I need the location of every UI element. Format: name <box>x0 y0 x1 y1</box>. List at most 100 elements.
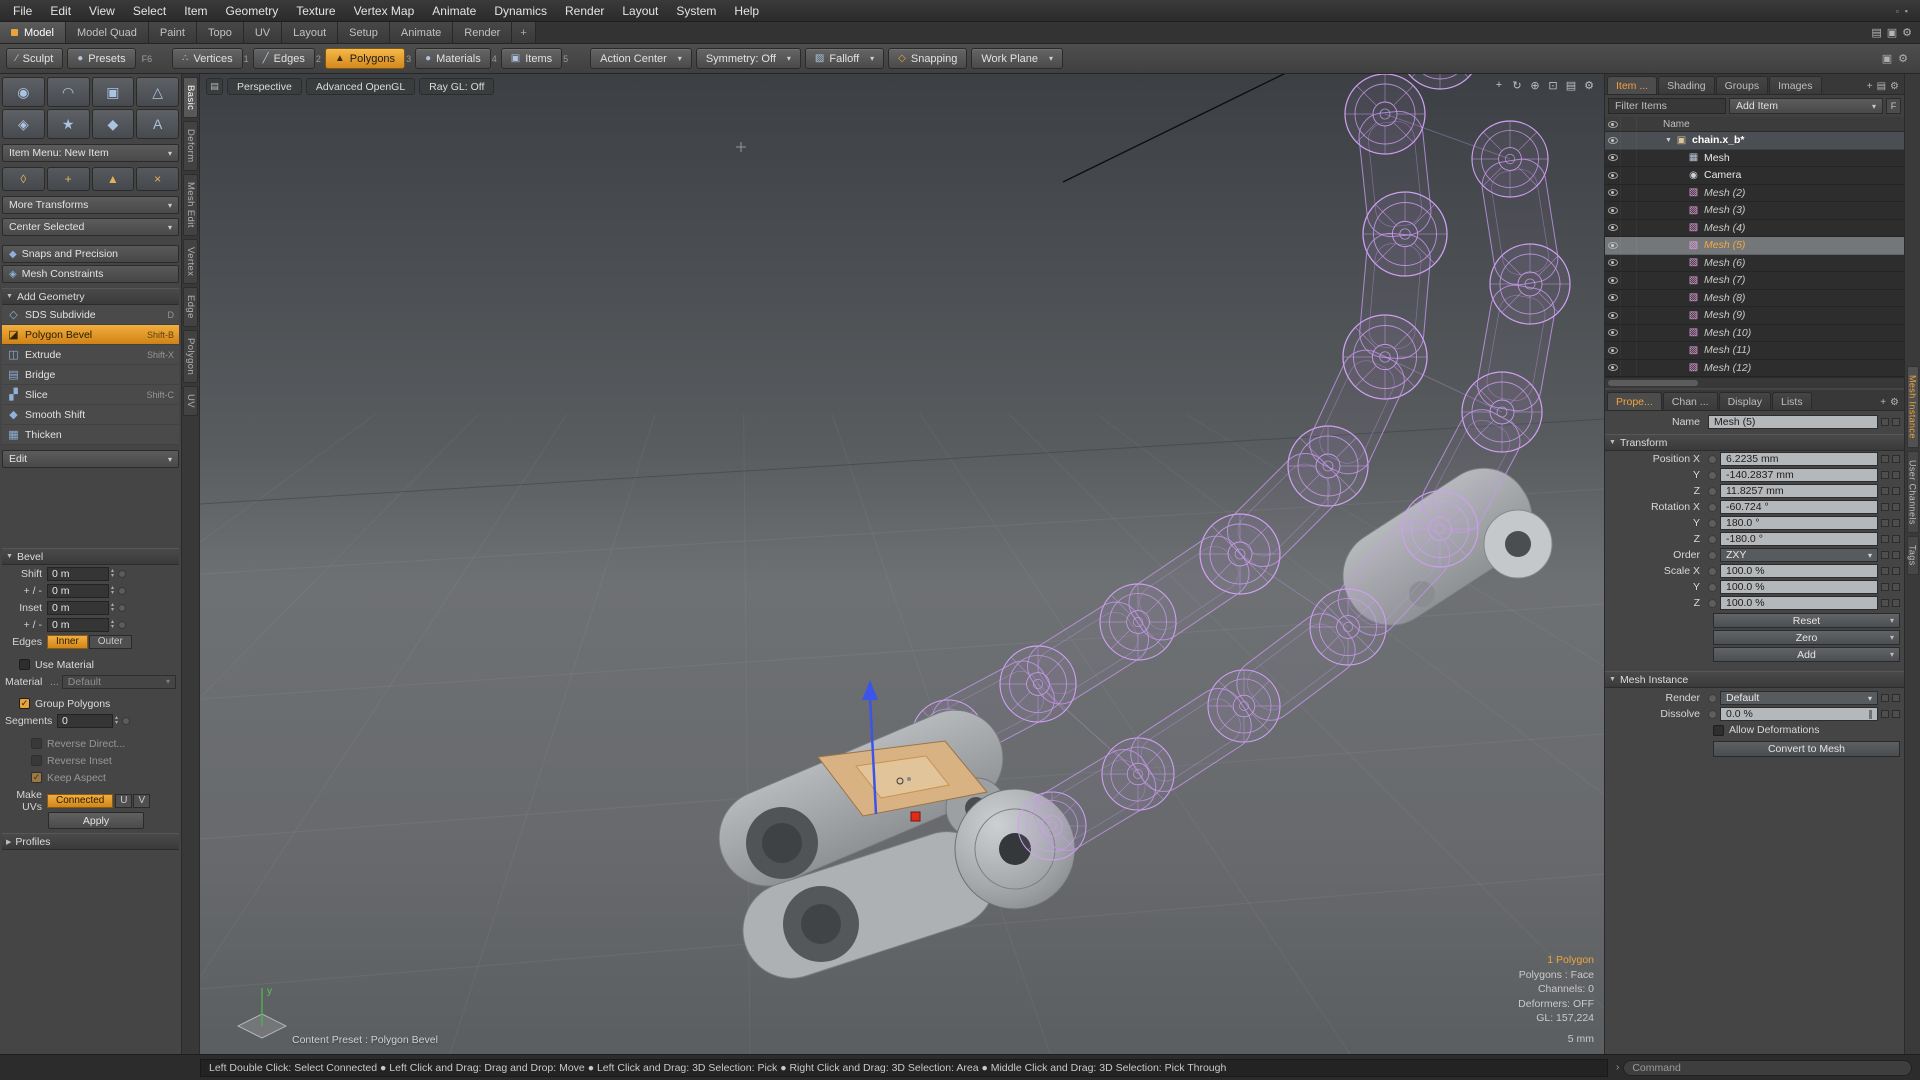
reverse-direction-checkbox[interactable] <box>31 738 42 749</box>
presets-button[interactable]: ●Presets <box>67 48 135 69</box>
channel-value-field[interactable]: 6.2235 mm▾ <box>1720 452 1878 466</box>
menu-item[interactable]: Select <box>124 0 175 21</box>
center-selected-dropdown[interactable]: Center Selected▾ <box>2 218 179 236</box>
eye-icon[interactable] <box>1608 224 1618 231</box>
geometry-tool[interactable]: ◪ Polygon Bevel Shift-B <box>2 325 179 345</box>
envelope-icon[interactable] <box>1708 694 1717 703</box>
more-transforms-dropdown[interactable]: More Transforms▾ <box>2 196 179 214</box>
envelope-icon[interactable] <box>1708 455 1717 464</box>
edges-inner-toggle[interactable]: Inner <box>47 635 88 649</box>
tool-category-tab[interactable]: Deform <box>183 121 198 171</box>
channel-value-field[interactable]: 100.0 %▾ <box>1720 564 1878 578</box>
properties-tab[interactable]: Prope... <box>1607 392 1662 410</box>
layout-tab[interactable]: Paint <box>149 22 197 43</box>
viewport-nav-icon[interactable]: ⚙ <box>1582 78 1596 92</box>
item-name-field[interactable]: Mesh (5) <box>1708 415 1878 429</box>
profiles-section-header[interactable]: ▶Profiles <box>2 833 179 850</box>
layout-tab[interactable]: Model Quad <box>66 22 149 43</box>
viewport-nav-icon[interactable]: ↻ <box>1510 78 1524 92</box>
menu-item[interactable]: View <box>80 0 124 21</box>
mini-button[interactable] <box>1881 710 1889 718</box>
falloff-dropdown[interactable]: ▨Falloff <box>805 48 884 69</box>
sculpt-tool-icon[interactable]: ◆ <box>92 109 135 139</box>
layout-tab[interactable]: UV <box>244 22 282 43</box>
eye-icon[interactable] <box>1608 329 1618 336</box>
reverse-inset-checkbox[interactable] <box>31 755 42 766</box>
geometry-tool[interactable]: ▦ Thicken <box>2 425 179 445</box>
mini-slider-handle[interactable] <box>1869 710 1872 719</box>
tool-category-tab[interactable]: Basic <box>183 77 198 118</box>
eye-icon[interactable] <box>1608 242 1618 249</box>
menu-item[interactable]: Animate <box>423 0 485 21</box>
geometry-tool[interactable]: ◆ Smooth Shift <box>2 405 179 425</box>
viewport-nav-icon[interactable]: ⊡ <box>1546 78 1560 92</box>
sculpt-tool-icon[interactable]: ▣ <box>92 77 135 107</box>
sculpt-tool-icon[interactable]: ◠ <box>47 77 90 107</box>
add-icon[interactable]: + <box>1867 81 1873 92</box>
form-tab[interactable]: Tags <box>1907 536 1919 575</box>
envelope-icon[interactable] <box>118 587 126 595</box>
eye-icon[interactable] <box>1608 154 1618 161</box>
eye-icon[interactable] <box>1608 347 1618 354</box>
render-dropdown[interactable]: Default▾ <box>1720 691 1878 705</box>
menu-item[interactable]: File <box>4 0 41 21</box>
mini-button[interactable] <box>1881 535 1889 543</box>
work-plane-dropdown[interactable]: Work Plane <box>971 48 1063 69</box>
mini-button[interactable] <box>1881 455 1889 463</box>
eye-icon[interactable] <box>1608 189 1618 196</box>
sculpt-tool-icon[interactable]: △ <box>136 77 179 107</box>
material-dropdown[interactable]: Default▾ <box>62 675 176 689</box>
item-list-tab[interactable]: Groups <box>1716 76 1768 94</box>
envelope-icon[interactable] <box>118 604 126 612</box>
properties-tab[interactable]: Chan ... <box>1663 392 1718 410</box>
command-expand-icon[interactable]: › <box>1616 1062 1619 1073</box>
keep-aspect-checkbox[interactable] <box>31 772 42 783</box>
envelope-icon[interactable] <box>1708 551 1717 560</box>
transform-tool-icon[interactable]: + <box>47 167 90 191</box>
layout-tab[interactable]: Layout <box>282 22 338 43</box>
mesh-instance-section-header[interactable]: ▼Mesh Instance <box>1605 671 1904 688</box>
allow-deformations-checkbox[interactable] <box>1713 725 1724 736</box>
transform-tool-icon[interactable]: ▲ <box>92 167 135 191</box>
envelope-icon[interactable] <box>1708 519 1717 528</box>
envelope-icon[interactable] <box>1708 471 1717 480</box>
gear-icon[interactable]: ⚙ <box>1902 26 1912 39</box>
properties-tab[interactable]: Lists <box>1772 392 1812 410</box>
menu-item[interactable]: Texture <box>287 0 344 21</box>
form-tab[interactable]: Mesh Instance <box>1907 366 1919 448</box>
window-layout-icon[interactable]: ▪ <box>1905 6 1908 16</box>
menu-item[interactable]: Dynamics <box>485 0 556 21</box>
item-row[interactable]: ◉ Camera <box>1605 167 1904 185</box>
channel-value-field[interactable]: ZXY▾ <box>1720 548 1878 562</box>
mini-button[interactable] <box>1892 535 1900 543</box>
item-menu-dropdown[interactable]: Item Menu: New Item▾ <box>2 144 179 162</box>
item-row[interactable]: ▼ ▣ chain.x_b* <box>1605 132 1904 150</box>
gear-icon[interactable]: ⚙ <box>1890 397 1899 408</box>
add-icon[interactable]: + <box>1880 397 1886 408</box>
menu-item[interactable]: Render <box>556 0 613 21</box>
transform-tool-icon[interactable]: ◊ <box>2 167 45 191</box>
eye-icon[interactable] <box>1608 277 1618 284</box>
geometry-tool[interactable]: ◇ SDS Subdivide D <box>2 305 179 325</box>
sculpt-tool-icon[interactable]: ◈ <box>2 109 45 139</box>
item-row[interactable]: ▧ Mesh (11) <box>1605 342 1904 360</box>
mini-button[interactable] <box>1881 567 1889 575</box>
gear-icon[interactable]: ⚙ <box>1898 52 1908 65</box>
more-icon[interactable]: ... <box>50 676 59 688</box>
channel-value-field[interactable]: 11.8257 mm▾ <box>1720 484 1878 498</box>
item-row[interactable]: ▧ Mesh (9) <box>1605 307 1904 325</box>
layout-tab[interactable]: Render <box>453 22 512 43</box>
envelope-icon[interactable] <box>122 717 130 725</box>
group-polygons-checkbox[interactable] <box>19 698 30 709</box>
segments-field[interactable]: 0 <box>57 714 113 728</box>
tool-handle-red[interactable] <box>911 812 920 821</box>
mini-button[interactable] <box>1892 418 1900 426</box>
tool-category-tab[interactable]: Vertex <box>183 239 198 284</box>
geometry-tool[interactable]: ◫ Extrude Shift-X <box>2 345 179 365</box>
form-tab[interactable]: User Channels <box>1907 451 1919 534</box>
mini-button[interactable] <box>1881 599 1889 607</box>
envelope-icon[interactable] <box>1708 567 1717 576</box>
transform-action-button[interactable]: Add <box>1713 647 1900 662</box>
viewport-3d-scene[interactable]: y <box>200 74 1604 1054</box>
eye-icon[interactable] <box>1608 312 1618 319</box>
